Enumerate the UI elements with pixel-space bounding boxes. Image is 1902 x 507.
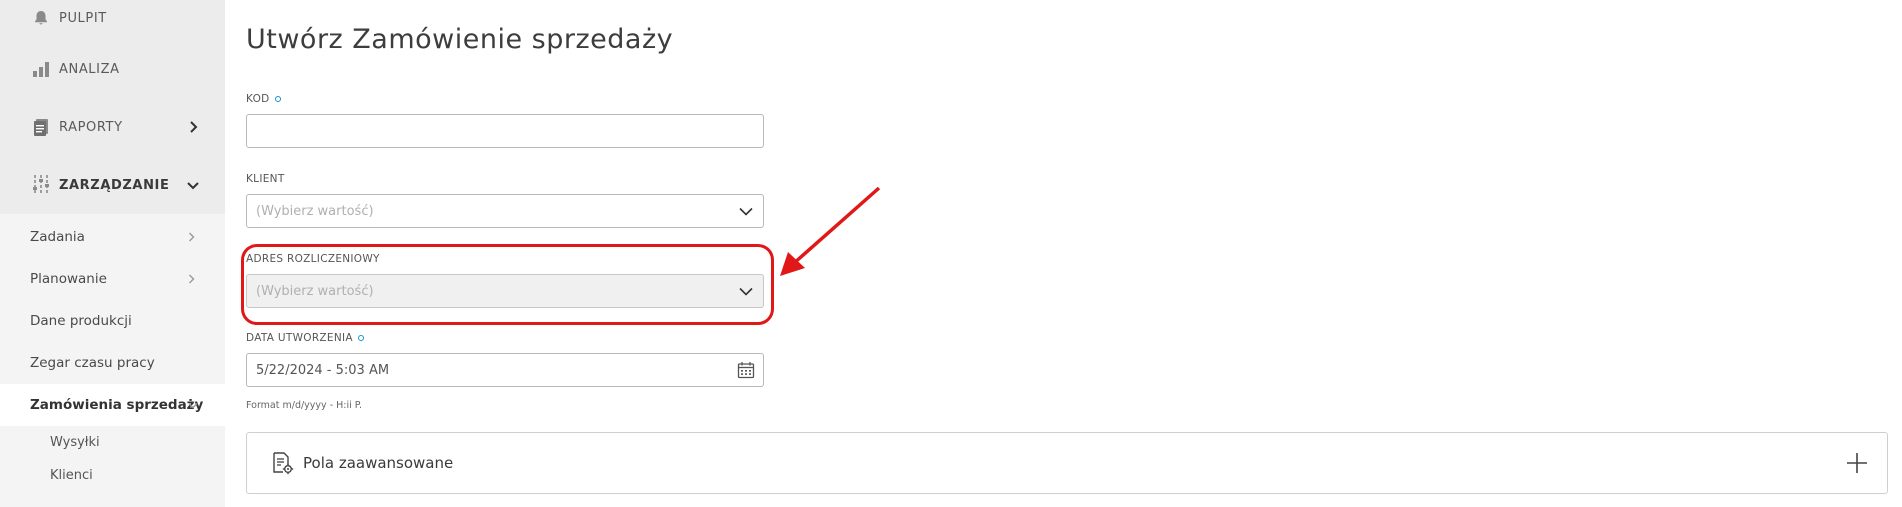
data-utworzenia-input[interactable]: 5/22/2024 - 5:03 AM (246, 353, 764, 387)
sidebar-subitem-planowanie[interactable]: Planowanie (0, 258, 225, 300)
adres-label: ADRES ROZLICZENIOWY (246, 253, 380, 265)
data-label-text: DATA UTWORZENIA (246, 332, 353, 344)
sidebar-subitem-label: Zamówienia sprzedaży (30, 397, 204, 413)
date-format-hint: Format m/d/yyyy - H:ii P. (246, 400, 363, 411)
klient-label-text: KLIENT (246, 173, 285, 185)
adres-label-text: ADRES ROZLICZENIOWY (246, 253, 380, 265)
chevron-down-icon (737, 282, 755, 300)
report-icon (29, 115, 53, 139)
required-indicator-icon (357, 335, 364, 341)
sidebar-main-nav: PULPIT ANALIZA RAPORTY ZARZĄDZANIE (0, 0, 225, 214)
calendar-icon[interactable] (737, 361, 755, 379)
bell-icon (29, 6, 53, 30)
kod-input[interactable] (246, 114, 764, 148)
sidebar-item-label: RAPORTY (59, 119, 123, 135)
sidebar-subitem-label: Dane produkcji (30, 313, 132, 329)
chevron-down-icon (188, 400, 198, 410)
chevron-right-icon (187, 121, 199, 133)
page-title: Utwórz Zamówienie sprzedaży (246, 24, 674, 55)
sidebar-subitem-dane-produkcji[interactable]: Dane produkcji (0, 300, 225, 342)
sidebar-item-label: PULPIT (59, 10, 107, 26)
sidebar-sub-nav: Zadania Planowanie Dane produkcji Zegar … (0, 214, 225, 492)
kod-label: KOD (246, 93, 281, 105)
sidebar-item-label: ANALIZA (59, 61, 120, 77)
klient-label: KLIENT (246, 173, 285, 185)
sidebar-subitem-label: Zegar czasu pracy (30, 355, 155, 371)
data-value: 5/22/2024 - 5:03 AM (256, 362, 390, 378)
sidebar-subitem-label: Planowanie (30, 271, 107, 287)
data-label: DATA UTWORZENIA (246, 332, 364, 344)
sidebar-item-raporty[interactable]: RAPORTY (0, 98, 225, 156)
sidebar-item-pulpit[interactable]: PULPIT (0, 0, 225, 40)
sidebar: PULPIT ANALIZA RAPORTY ZARZĄDZANIE Zadan… (0, 0, 225, 507)
chevron-down-icon (187, 179, 199, 191)
adres-rozliczeniowy-select[interactable]: (Wybierz wartość) (246, 274, 764, 308)
sidebar-subitem-label: Wysyłki (50, 435, 100, 450)
klient-placeholder: (Wybierz wartość) (256, 203, 374, 219)
kod-label-text: KOD (246, 93, 270, 105)
chevron-right-icon (188, 232, 198, 242)
sidebar-item-zarzadzanie[interactable]: ZARZĄDZANIE (0, 156, 225, 214)
chevron-right-icon (188, 274, 198, 284)
advanced-fields-label: Pola zaawansowane (303, 454, 454, 472)
sidebar-subitem-zadania[interactable]: Zadania (0, 216, 225, 258)
sidebar-subitem-label: Zadania (30, 229, 85, 245)
sidebar-item-analiza[interactable]: ANALIZA (0, 40, 225, 98)
sidebar-subitem-zamowienia-sprzedazy[interactable]: Zamówienia sprzedaży (0, 384, 225, 426)
plus-icon[interactable] (1845, 451, 1869, 475)
adres-placeholder: (Wybierz wartość) (256, 283, 374, 299)
sidebar-subitem-wysylki[interactable]: Wysyłki (0, 426, 225, 459)
advanced-fields-panel[interactable]: Pola zaawansowane (246, 432, 1888, 494)
sidebar-item-label: ZARZĄDZANIE (59, 177, 170, 193)
chevron-down-icon (737, 202, 755, 220)
sidebar-subitem-klienci[interactable]: Klienci (0, 459, 225, 492)
sliders-icon (29, 173, 53, 197)
document-settings-icon (269, 450, 295, 476)
required-indicator-icon (274, 96, 281, 102)
klient-select[interactable]: (Wybierz wartość) (246, 194, 764, 228)
sidebar-subitem-zegar-czasu-pracy[interactable]: Zegar czasu pracy (0, 342, 225, 384)
bar-chart-icon (29, 57, 53, 81)
main-content: Utwórz Zamówienie sprzedaży KOD KLIENT (… (225, 0, 1902, 507)
sidebar-subitem-label: Klienci (50, 468, 93, 483)
